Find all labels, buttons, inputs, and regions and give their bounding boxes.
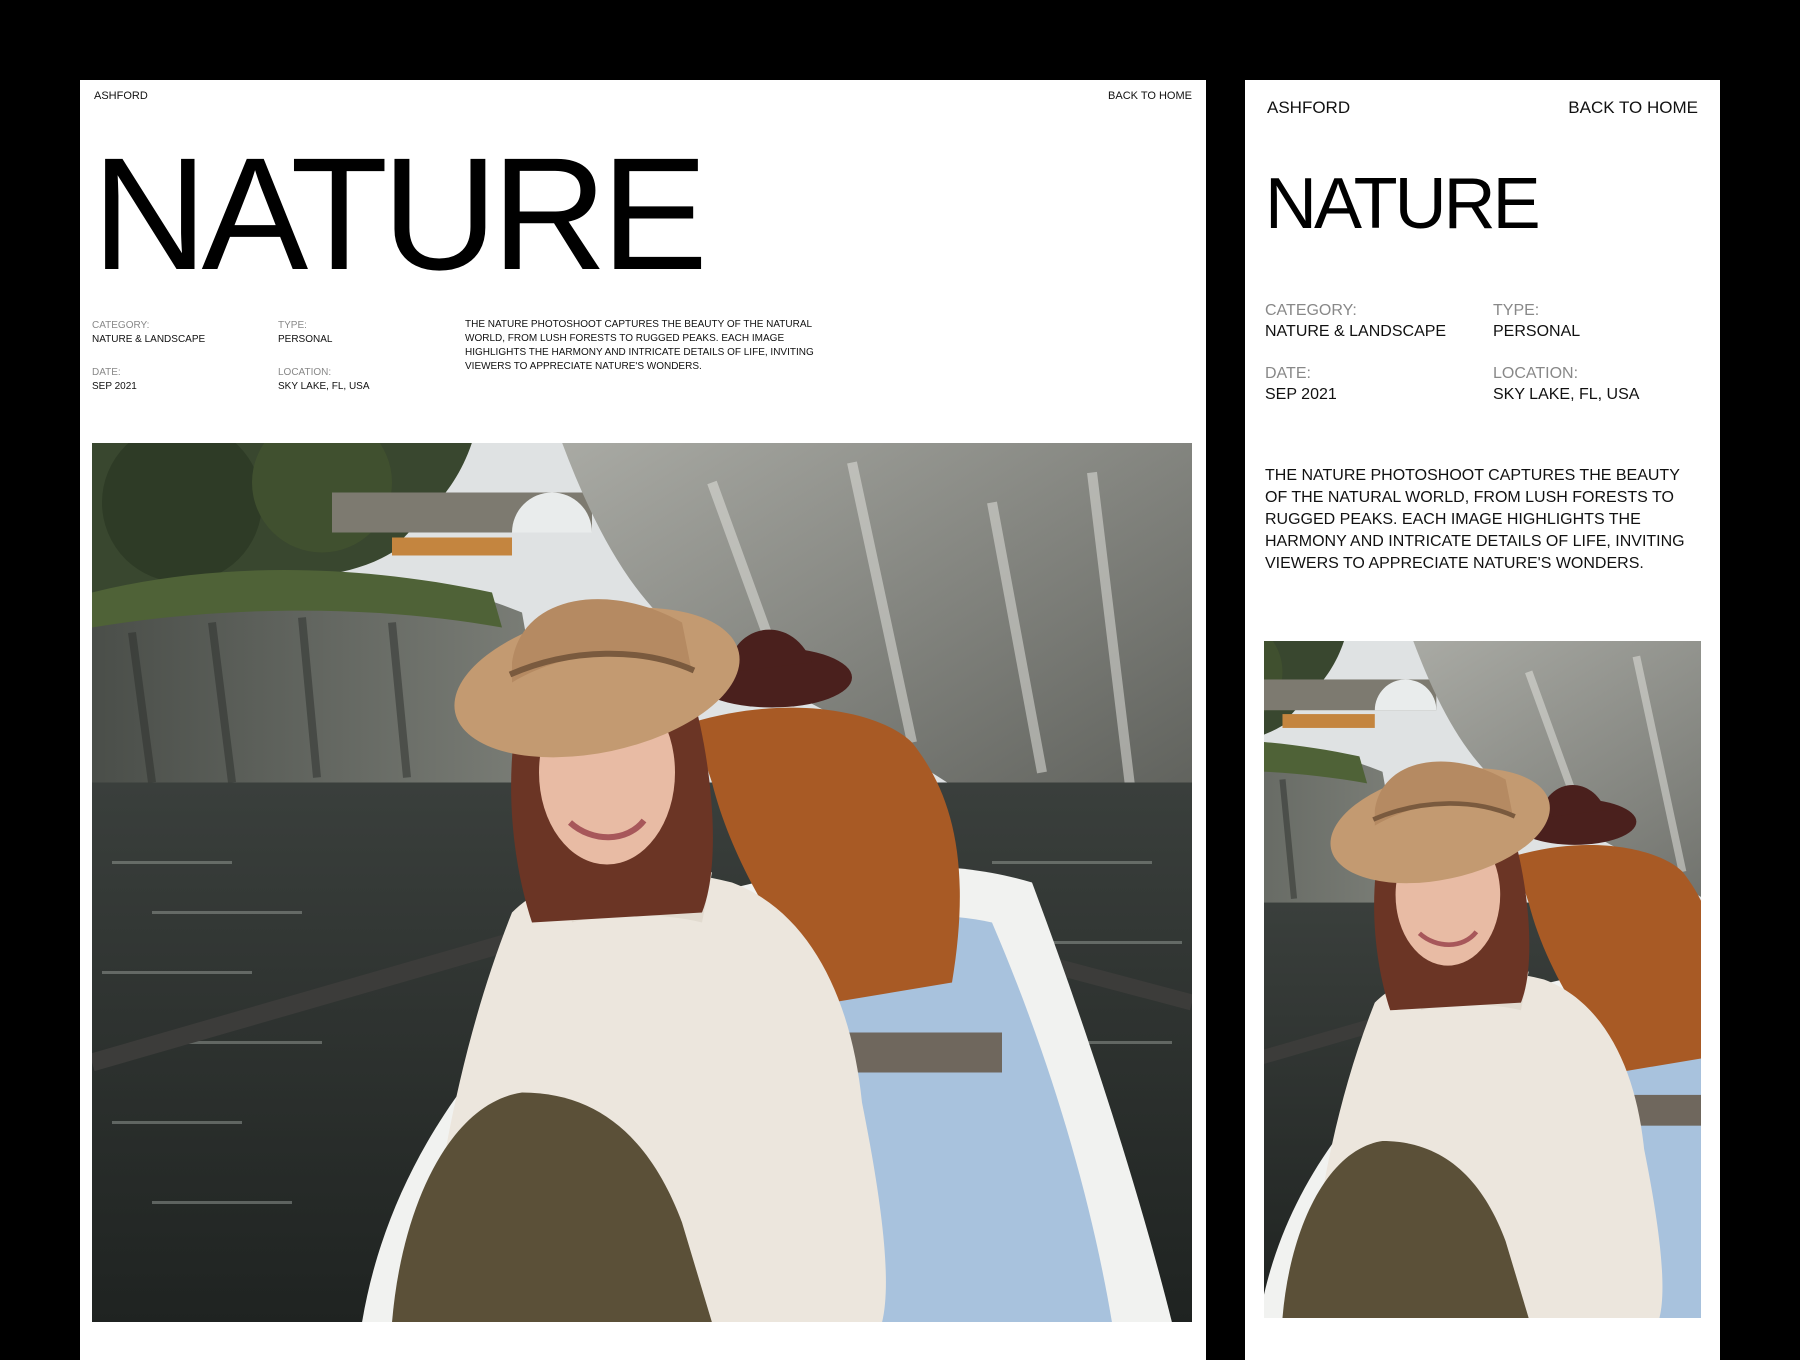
meta-location-value: SKY LAKE, FL, USA [278, 381, 370, 392]
meta-category-mobile: CATEGORY: NATURE & LANDSCAPE [1265, 302, 1446, 341]
meta-type-value-mobile: PERSONAL [1493, 323, 1581, 340]
meta-date-value-mobile: SEP 2021 [1265, 386, 1337, 403]
meta-date-label-mobile: DATE: [1265, 365, 1311, 382]
meta-category-label: CATEGORY: [92, 320, 150, 331]
meta-category-value-mobile: NATURE & LANDSCAPE [1265, 323, 1447, 340]
meta-category-value: NATURE & LANDSCAPE [92, 334, 206, 345]
top-nav: ASHFORD BACK TO HOME [80, 90, 1206, 102]
brand-logo[interactable]: ASHFORD [94, 90, 148, 102]
page-title: NATURE [92, 124, 708, 303]
meta-location-mobile: LOCATION: SKY LAKE, FL, USA [1493, 365, 1639, 404]
top-nav-mobile: ASHFORD BACK TO HOME [1245, 98, 1720, 118]
meta-date: DATE: SEP 2021 [92, 367, 137, 392]
page-title-mobile: NATURE [1265, 164, 1541, 244]
project-description: THE NATURE PHOTOSHOOT CAPTURES THE BEAUT… [465, 319, 814, 372]
meta-type-mobile: TYPE: PERSONAL [1493, 302, 1580, 341]
hero-photo-mobile [1264, 641, 1701, 1318]
meta-category: CATEGORY: NATURE & LANDSCAPE [92, 320, 205, 345]
meta-category-label-mobile: CATEGORY: [1265, 302, 1357, 319]
back-to-home-link-mobile[interactable]: BACK TO HOME [1568, 98, 1698, 118]
meta-date-value: SEP 2021 [92, 381, 137, 392]
meta-type-value: PERSONAL [278, 334, 333, 345]
project-description-mobile: THE NATURE PHOTOSHOOT CAPTURES THE BEAUT… [1265, 467, 1685, 572]
meta-location: LOCATION: SKY LAKE, FL, USA [278, 367, 370, 392]
meta-type: TYPE: PERSONAL [278, 320, 332, 345]
meta-location-label: LOCATION: [278, 367, 332, 378]
meta-location-label-mobile: LOCATION: [1493, 365, 1579, 382]
meta-date-mobile: DATE: SEP 2021 [1265, 365, 1337, 404]
meta-type-label-mobile: TYPE: [1493, 302, 1540, 319]
meta-date-label: DATE: [92, 367, 121, 378]
brand-logo-mobile[interactable]: ASHFORD [1267, 98, 1350, 118]
hero-photo [92, 443, 1192, 1322]
meta-type-label: TYPE: [278, 320, 307, 331]
back-to-home-link[interactable]: BACK TO HOME [1108, 90, 1192, 102]
meta-location-value-mobile: SKY LAKE, FL, USA [1493, 386, 1640, 403]
desktop-frame: ASHFORD BACK TO HOME NATURE CATEGORY: NA… [80, 80, 1206, 1360]
mobile-frame: ASHFORD BACK TO HOME NATURE CATEGORY: NA… [1245, 80, 1720, 1360]
